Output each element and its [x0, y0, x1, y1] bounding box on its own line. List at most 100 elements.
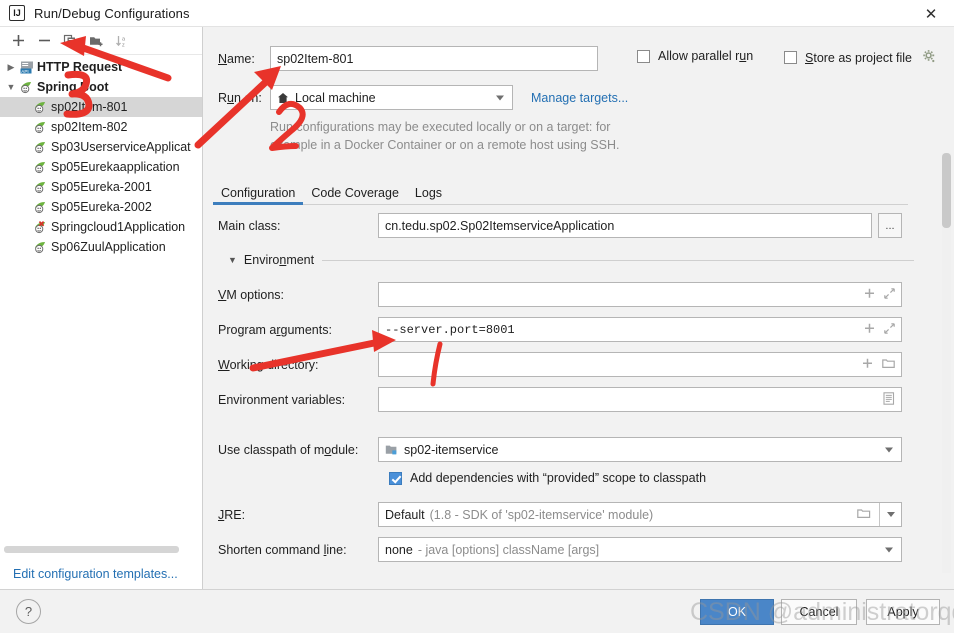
spring-boot-error-icon [32, 220, 49, 234]
tree-item-label: Sp06ZuulApplication [51, 240, 166, 254]
working-directory-input[interactable] [378, 352, 902, 377]
store-as-project-file-label: Store as project file [805, 50, 913, 65]
jre-dropdown-button[interactable] [879, 503, 901, 526]
help-button[interactable]: ? [16, 599, 41, 624]
expand-icon[interactable] [884, 322, 895, 337]
sidebar-toolbar: a z [0, 27, 202, 55]
tree-item-label: Springcloud1Application [51, 220, 186, 234]
gear-icon[interactable] [922, 49, 936, 66]
environment-section-header[interactable]: ▼ Environment [228, 253, 918, 267]
svg-text:z: z [122, 42, 125, 48]
vm-options-actions [864, 287, 895, 302]
tree-item-sp05eurekaapplication[interactable]: Sp05Eurekaapplication [0, 157, 202, 177]
add-dependencies-label: Add dependencies with “provided” scope t… [410, 471, 707, 485]
allow-parallel-run-checkbox[interactable] [637, 49, 650, 63]
jre-select[interactable]: Default (1.8 - SDK of 'sp02-itemservice'… [378, 502, 902, 527]
run-on-hint: Run configurations may be executed local… [270, 118, 790, 154]
form-scrollbar-thumb[interactable] [942, 153, 951, 228]
working-directory-row: Working directory: [218, 352, 902, 377]
tree-item-sp05eureka-2002[interactable]: Sp05Eureka-2002 [0, 197, 202, 217]
edit-configuration-templates-link[interactable]: Edit configuration templates... [13, 567, 178, 581]
plus-icon[interactable] [862, 358, 873, 372]
ok-button[interactable]: OK [700, 599, 774, 625]
shorten-command-line-select[interactable]: none - java [options] className [args] [378, 537, 902, 562]
chevron-down-icon[interactable]: ▼ [228, 255, 237, 265]
environment-variables-input[interactable] [378, 387, 902, 412]
use-classpath-label: Use classpath of module: [218, 442, 359, 457]
tree-item-label: HTTP Request [37, 60, 123, 74]
tree-item-sp05eureka-2001[interactable]: Sp05Eureka-2001 [0, 177, 202, 197]
shorten-command-line-hint: - java [options] className [args] [417, 542, 600, 557]
tree-item-sp02item-801[interactable]: sp02Item-801 [0, 97, 202, 117]
jre-value: Default [385, 507, 425, 522]
tree-item-label: sp02Item-802 [51, 120, 128, 134]
remove-configuration-button[interactable] [32, 30, 56, 52]
vm-options-label: VM options: [218, 287, 285, 302]
plus-icon[interactable] [864, 288, 875, 302]
chevron-down-icon[interactable]: ▼ [4, 82, 18, 92]
jre-label: JRE: [218, 507, 246, 522]
program-arguments-value: --server.port=8001 [385, 322, 515, 337]
tree-item-http-request[interactable]: ▶ API HTTP Request [0, 57, 202, 77]
tabs-divider [213, 204, 908, 205]
store-as-project-file-checkbox[interactable] [784, 51, 797, 64]
use-classpath-select[interactable]: sp02-itemservice [378, 437, 902, 462]
program-arguments-input[interactable]: --server.port=8001 [378, 317, 902, 342]
chevron-down-icon[interactable] [885, 547, 893, 552]
copy-configuration-button[interactable] [58, 30, 82, 52]
main-class-input[interactable]: cn.tedu.sp02.Sp02ItemserviceApplication [378, 213, 872, 238]
tree-item-label: Spring Boot [37, 80, 109, 94]
chevron-right-icon[interactable]: ▶ [4, 62, 18, 73]
main-class-browse-button[interactable]: ... [878, 213, 902, 238]
tree-item-label: Sp05Eureka-2002 [51, 200, 152, 214]
store-as-project-file-row[interactable]: Store as project file [784, 49, 936, 66]
allow-parallel-run-row[interactable]: Allow parallel run [637, 49, 753, 63]
folder-icon[interactable] [857, 508, 871, 522]
run-on-hint-line2: example in a Docker Container or on a re… [270, 138, 620, 152]
close-icon[interactable]: ✕ [908, 0, 954, 27]
sort-configurations-button[interactable]: a z [110, 30, 134, 52]
chevron-down-icon[interactable] [885, 447, 893, 452]
tab-code-coverage[interactable]: Code Coverage [303, 186, 407, 204]
working-directory-label: Working directory: [218, 357, 319, 372]
environment-section-label: Environment [243, 253, 315, 267]
program-arguments-label: Program arguments: [218, 322, 332, 337]
shorten-command-line-value: none [385, 542, 413, 557]
tree-item-label: Sp05Eurekaapplication [51, 160, 180, 174]
chevron-down-icon[interactable] [496, 95, 504, 100]
tree-item-springcloud1application[interactable]: Springcloud1Application [0, 217, 202, 237]
home-icon [277, 92, 289, 104]
environment-variables-row: Environment variables: [218, 387, 902, 412]
tab-configuration[interactable]: Configuration [213, 186, 304, 205]
window-title: Run/Debug Configurations [34, 5, 190, 21]
tree-item-spring-boot[interactable]: ▼ Spring Boot [0, 77, 202, 97]
new-folder-button[interactable] [84, 30, 108, 52]
vm-options-input[interactable] [378, 282, 902, 307]
main-class-value: cn.tedu.sp02.Sp02ItemserviceApplication [385, 218, 615, 233]
tree-item-label: Sp05Eureka-2001 [51, 180, 152, 194]
sidebar-horizontal-scrollbar[interactable] [4, 546, 179, 553]
expand-icon[interactable] [884, 287, 895, 302]
configurations-tree[interactable]: ▶ API HTTP Request ▼ Spring Boot sp02Ite… [0, 55, 202, 257]
add-configuration-button[interactable] [6, 30, 30, 52]
spring-boot-icon [32, 201, 49, 214]
add-dependencies-row[interactable]: Add dependencies with “provided” scope t… [389, 471, 706, 485]
tree-item-sp03userserviceapplication[interactable]: Sp03UserserviceApplicat [0, 137, 202, 157]
tree-item-sp06zuulapplication[interactable]: Sp06ZuulApplication [0, 237, 202, 257]
name-input[interactable]: sp02Item-801 [270, 46, 598, 71]
folder-icon[interactable] [882, 358, 895, 372]
spring-boot-icon [18, 81, 35, 94]
apply-button[interactable]: Apply [866, 599, 940, 625]
dialog-footer: ? OK Cancel Apply [0, 589, 954, 633]
manage-targets-link[interactable]: Manage targets... [531, 91, 628, 105]
add-dependencies-checkbox[interactable] [389, 471, 402, 485]
list-editor-icon[interactable] [883, 391, 895, 408]
plus-icon[interactable] [864, 323, 875, 337]
chevron-down-icon [886, 512, 895, 517]
run-on-select[interactable]: Local machine [270, 85, 513, 110]
cancel-button[interactable]: Cancel [781, 599, 857, 625]
tab-logs[interactable]: Logs [407, 186, 450, 204]
tree-item-sp02item-802[interactable]: sp02Item-802 [0, 117, 202, 137]
program-arguments-row: Program arguments: --server.port=8001 [218, 317, 902, 342]
shorten-command-line-label: Shorten command line: [218, 542, 347, 557]
